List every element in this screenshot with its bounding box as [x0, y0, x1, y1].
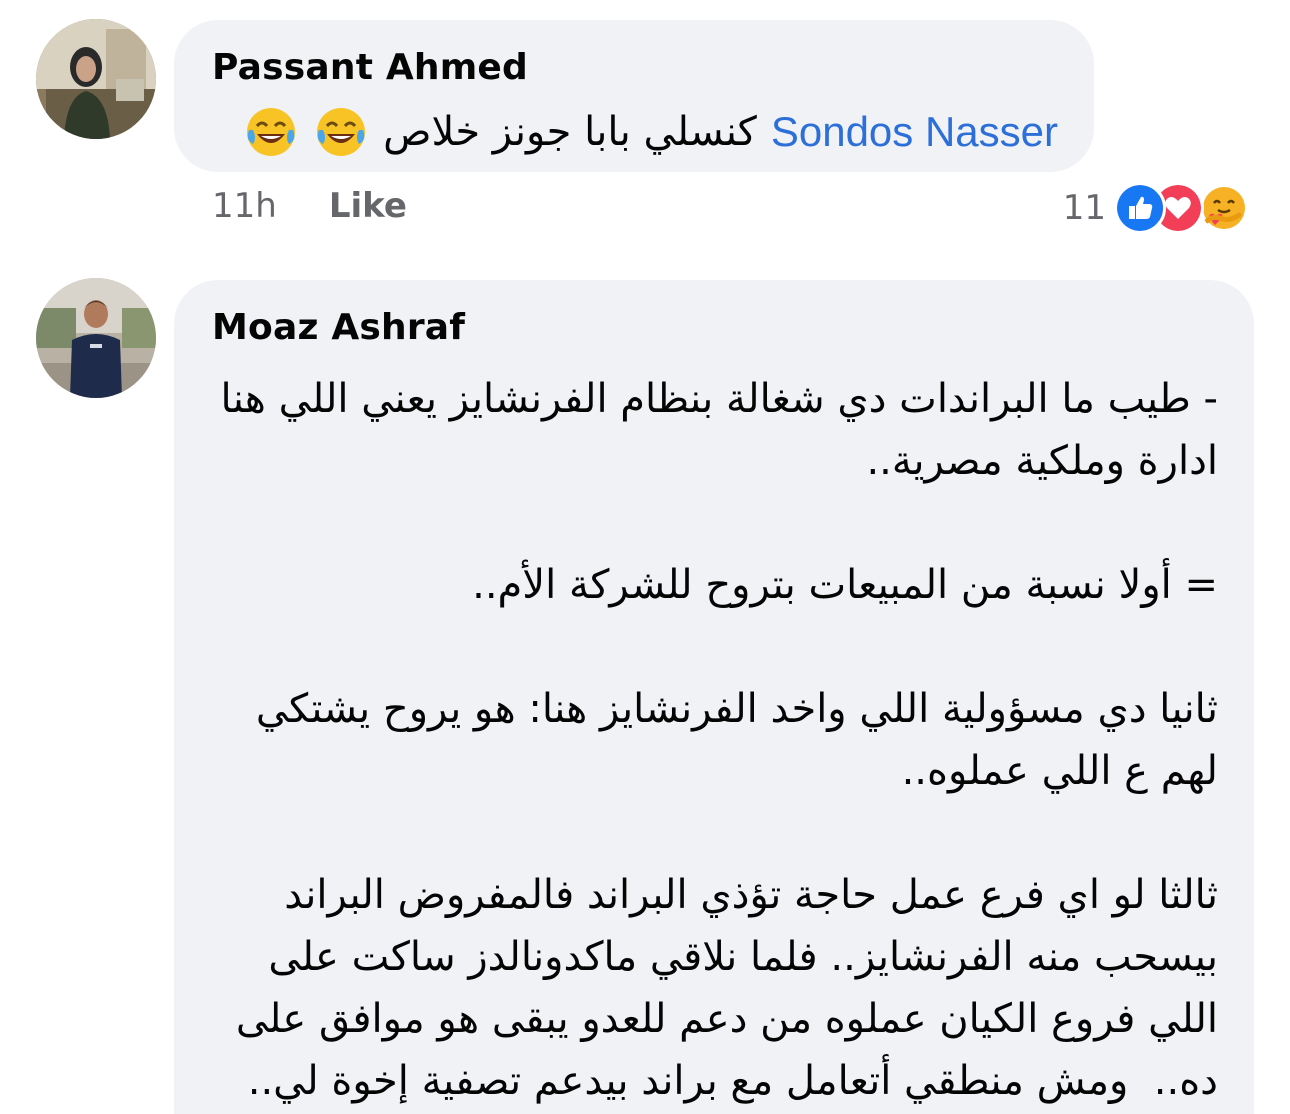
comment-paragraph: ثالثا لو اي فرع عمل حاجة تؤذي البراند فا… — [223, 872, 1218, 1104]
comment-text: Sondos Nasser كنسلي بابا جونز خلاص — [243, 104, 1058, 160]
comment-paragraph: ثانيا دي مسؤولية اللي واخد الفرنشايز هنا… — [243, 686, 1218, 794]
avatar-image — [36, 19, 156, 139]
comment-text: - طيب ما البراندات دي شغالة بنظام الفرنش… — [208, 368, 1218, 1112]
comment-bubble: Moaz Ashraf - طيب ما البراندات دي شغالة … — [174, 280, 1254, 1114]
avatar[interactable] — [36, 278, 156, 398]
avatar-image — [36, 278, 156, 398]
comment-author[interactable]: Moaz Ashraf — [212, 306, 465, 350]
like-button[interactable]: Like — [329, 186, 407, 226]
comment-message: كنسلي بابا جونز خلاص — [383, 109, 757, 155]
comment-author[interactable]: Passant Ahmed — [212, 46, 528, 90]
comments-thread: Passant Ahmed Sondos Nasser كنسلي بابا ج… — [0, 0, 1290, 1114]
comment-actions: 11h Like — [212, 186, 407, 226]
care-icon — [1198, 182, 1250, 234]
comment-timestamp[interactable]: 11h — [212, 186, 277, 226]
comment-bubble: Passant Ahmed Sondos Nasser كنسلي بابا ج… — [174, 20, 1094, 172]
comment-paragraph: = أولا نسبة من المبيعات بتروح للشركة الأ… — [472, 562, 1218, 608]
comment-paragraph: - طيب ما البراندات دي شغالة بنظام الفرنش… — [207, 376, 1218, 484]
reaction-summary[interactable]: 11 — [1063, 182, 1254, 234]
avatar[interactable] — [36, 19, 156, 139]
tears-of-joy-icon — [243, 104, 299, 160]
like-icon — [1114, 182, 1166, 234]
tears-of-joy-icon — [313, 104, 369, 160]
mention-link[interactable]: Sondos Nasser — [771, 106, 1058, 158]
reaction-icons — [1114, 182, 1254, 234]
reaction-count: 11 — [1062, 188, 1106, 228]
